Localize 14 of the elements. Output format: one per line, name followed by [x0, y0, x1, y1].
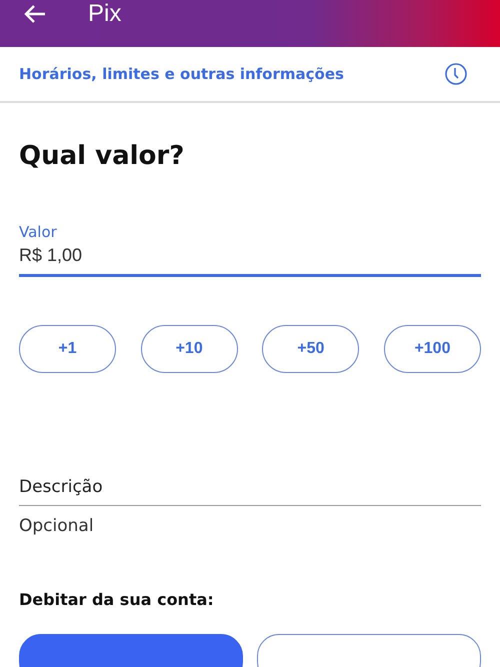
- quick-add-button[interactable]: +100: [384, 325, 481, 373]
- description-label: Descrição: [19, 477, 481, 506]
- amount-value: R$ 1,00: [19, 245, 84, 266]
- app-bar-title: Pix: [88, 0, 122, 28]
- info-link[interactable]: Horários, limites e outras informações: [19, 65, 344, 83]
- quick-add-button[interactable]: +1: [19, 325, 116, 373]
- back-button[interactable]: [24, 4, 46, 22]
- amount-label: Valor: [19, 223, 58, 241]
- quick-add-button[interactable]: +50: [262, 325, 360, 373]
- page-heading: Qual valor?: [19, 141, 186, 171]
- amount-field[interactable]: Valor R$ 1,00: [19, 223, 481, 277]
- section-title: Debitar da sua conta:: [19, 590, 215, 609]
- clock-icon[interactable]: [444, 62, 468, 86]
- quick-add-button[interactable]: +10: [140, 325, 238, 373]
